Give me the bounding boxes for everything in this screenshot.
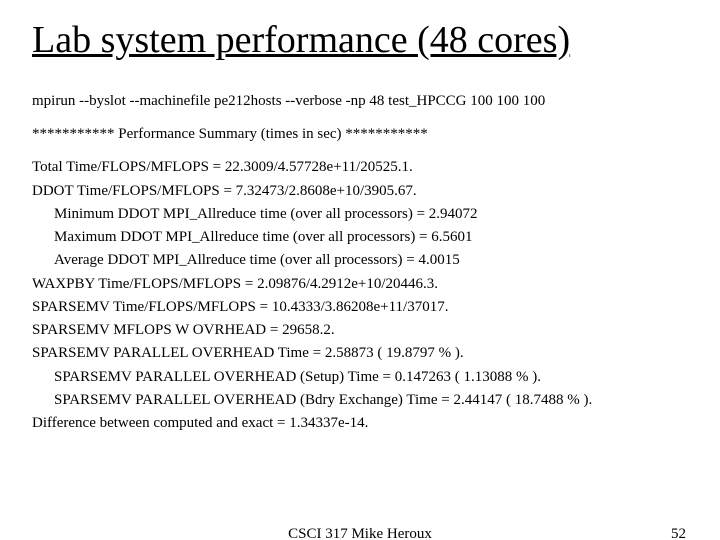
line-ddot-avg: Average DDOT MPI_Allreduce time (over al…	[32, 249, 688, 272]
line-total: Total Time/FLOPS/MFLOPS = 22.3009/4.5772…	[32, 156, 688, 179]
line-sp-ovh-setup: SPARSEMV PARALLEL OVERHEAD (Setup) Time …	[32, 366, 688, 389]
line-ddot: DDOT Time/FLOPS/MFLOPS = 7.32473/2.8608e…	[32, 180, 688, 203]
page-title: Lab system performance (48 cores)	[32, 20, 688, 62]
line-sparsemv: SPARSEMV Time/FLOPS/MFLOPS = 10.4333/3.8…	[32, 296, 688, 319]
footer-author: CSCI 317 Mike Heroux	[288, 526, 432, 540]
body-text: mpirun --byslot --machinefile pe212hosts…	[32, 90, 688, 436]
summary-header: *********** Performance Summary (times i…	[32, 123, 688, 146]
slide: Lab system performance (48 cores) mpirun…	[0, 0, 720, 540]
page-number: 52	[671, 526, 686, 540]
line-diff: Difference between computed and exact = …	[32, 412, 688, 435]
line-waxpby: WAXPBY Time/FLOPS/MFLOPS = 2.09876/4.291…	[32, 273, 688, 296]
line-ddot-min: Minimum DDOT MPI_Allreduce time (over al…	[32, 203, 688, 226]
line-sparsemv-wo: SPARSEMV MFLOPS W OVRHEAD = 29658.2.	[32, 319, 688, 342]
line-ddot-max: Maximum DDOT MPI_Allreduce time (over al…	[32, 226, 688, 249]
line-sp-ovh-time: SPARSEMV PARALLEL OVERHEAD Time = 2.5887…	[32, 342, 688, 365]
line-sp-ovh-bdry: SPARSEMV PARALLEL OVERHEAD (Bdry Exchang…	[32, 389, 688, 412]
command-line: mpirun --byslot --machinefile pe212hosts…	[32, 90, 688, 113]
